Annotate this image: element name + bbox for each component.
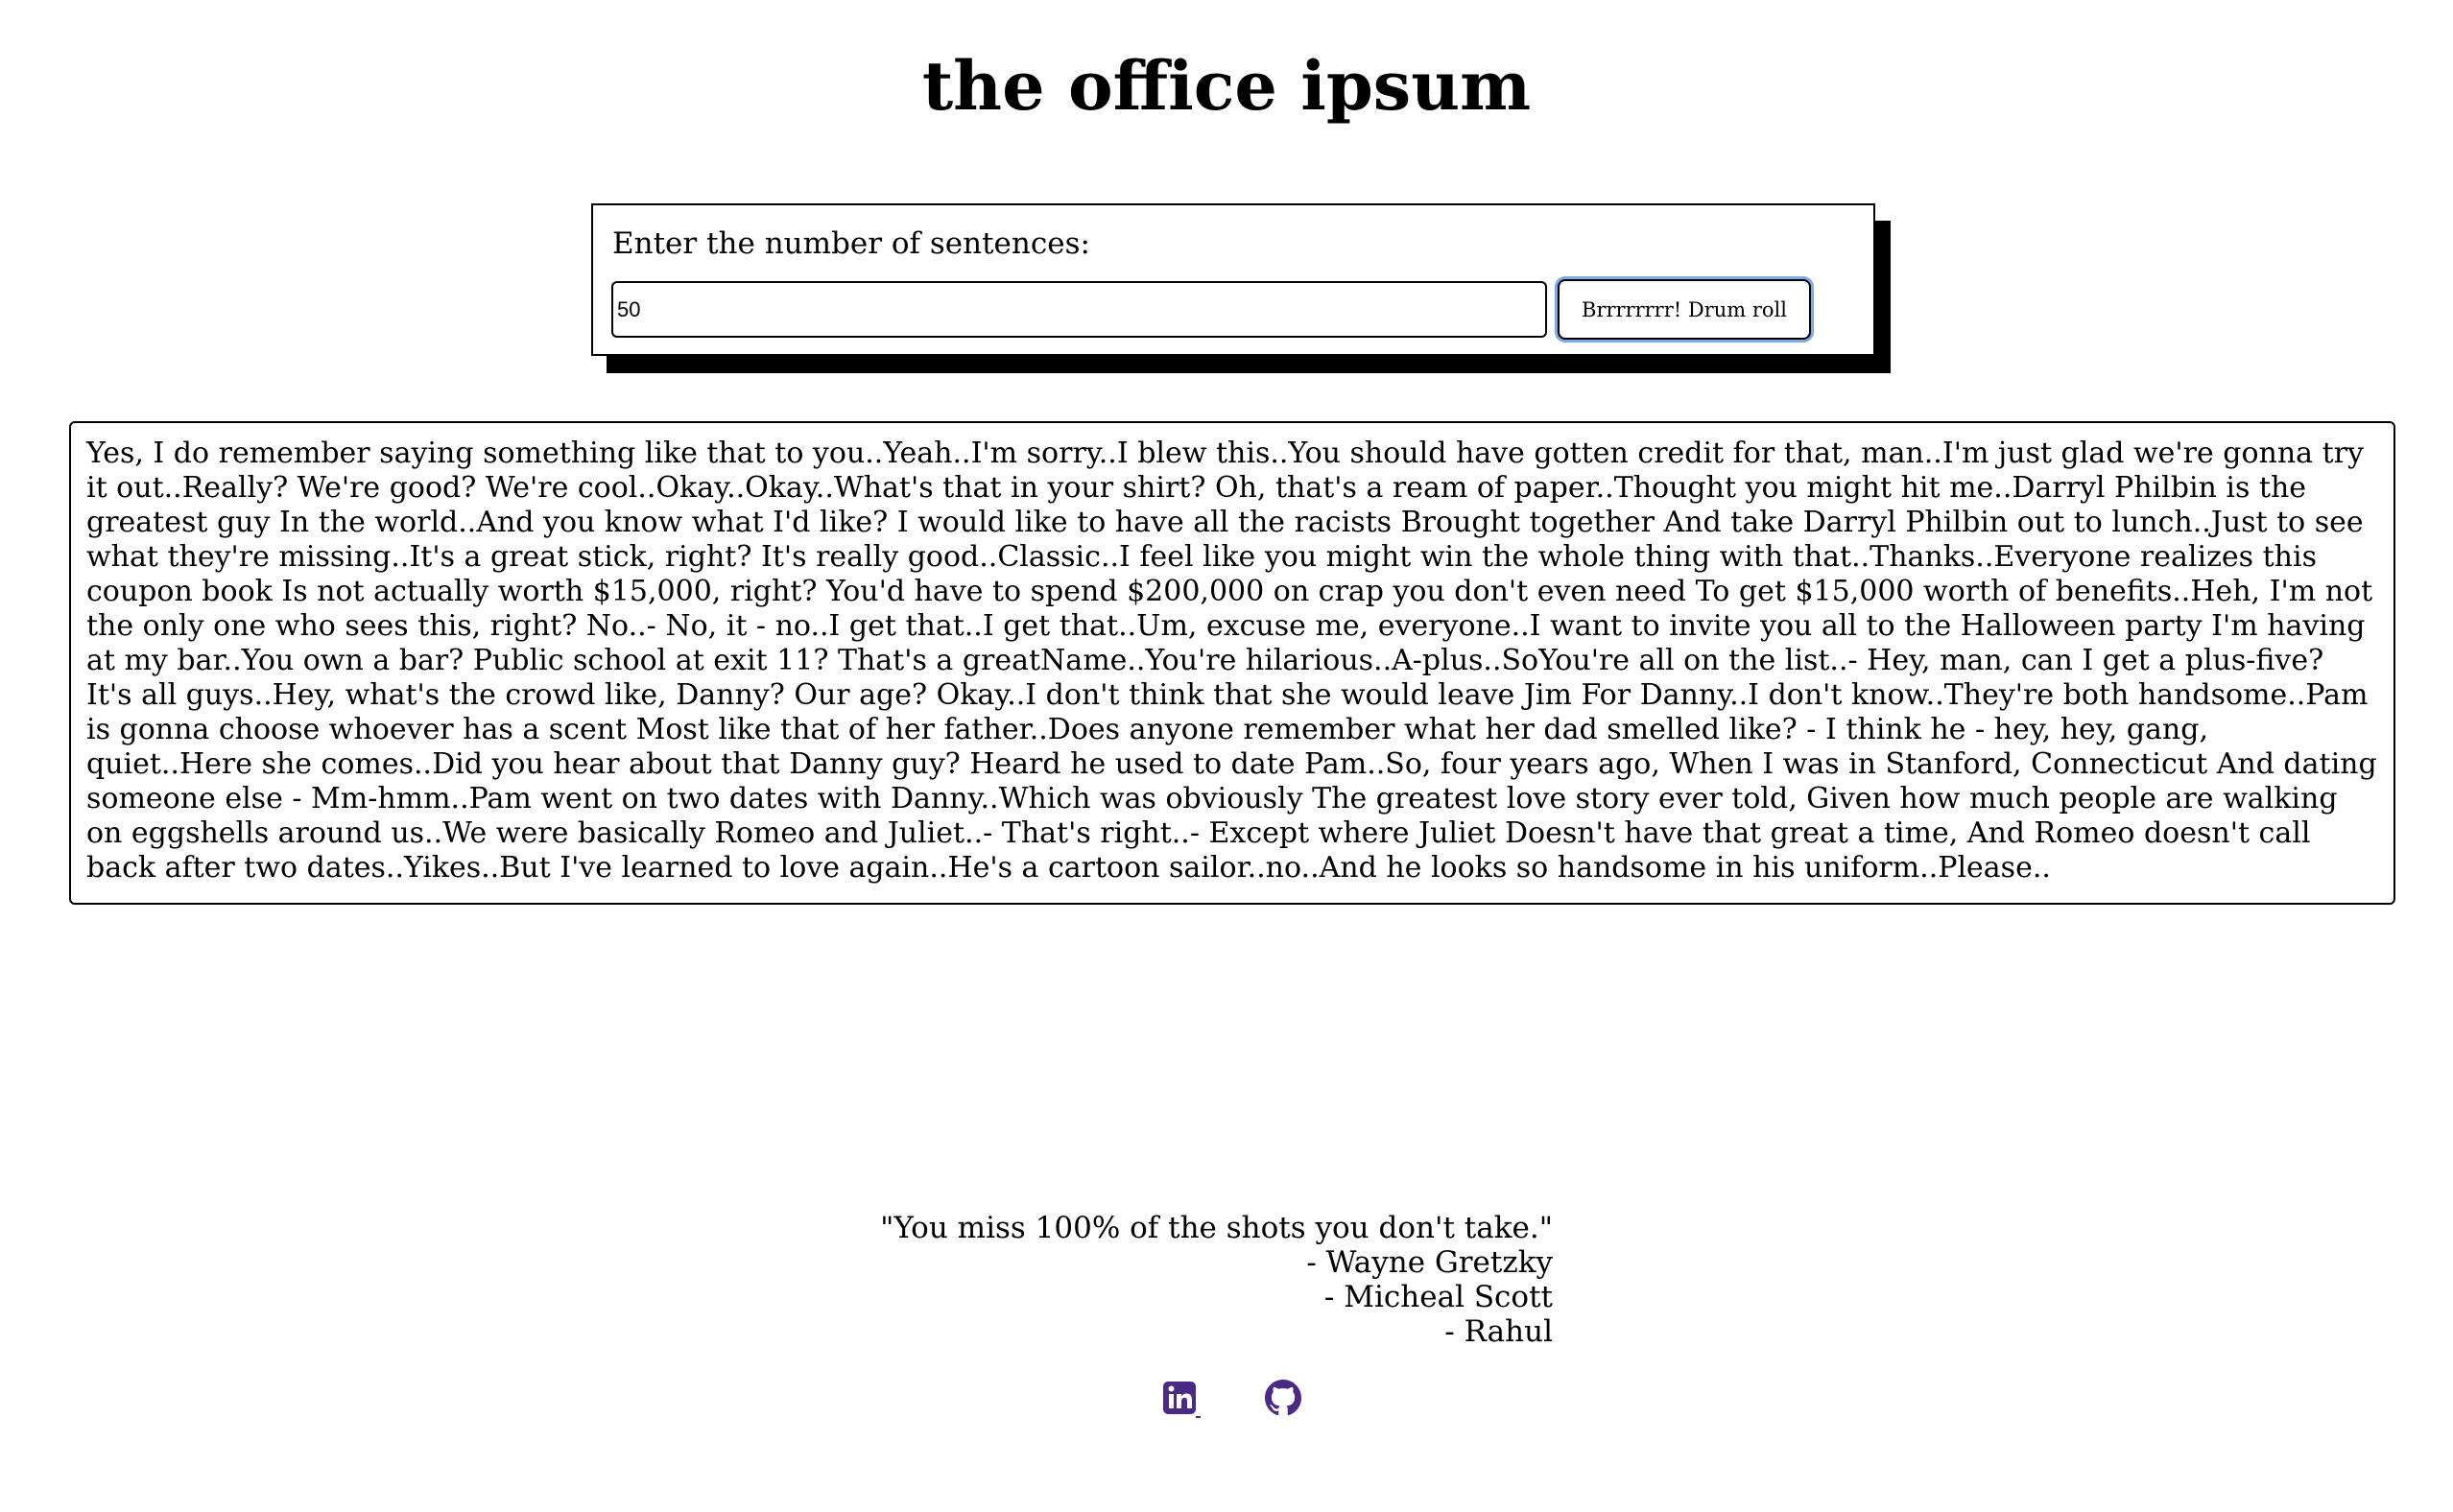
quote-text: "You miss 100% of the shots you don't ta… xyxy=(880,1211,1553,1245)
linkedin-link[interactable] xyxy=(1161,1380,1202,1418)
github-icon xyxy=(1265,1380,1301,1416)
sentence-count-form: Enter the number of sentences: Brrrrrrrr… xyxy=(591,203,1875,356)
quote-attribution-3: - Rahul xyxy=(1444,1314,1553,1349)
generate-button[interactable]: Brrrrrrrr! Drum roll xyxy=(1558,279,1811,340)
page: the office ipsum Enter the number of sen… xyxy=(0,0,2453,1512)
sentence-count-input[interactable] xyxy=(611,281,1547,338)
page-title: the office ipsum xyxy=(921,46,1532,126)
quote-attribution-1: - Wayne Gretzky xyxy=(1306,1245,1553,1280)
linkedin-icon xyxy=(1163,1382,1201,1418)
social-links xyxy=(1161,1380,1301,1418)
ipsum-output-text: Yes, I do remember saying something like… xyxy=(86,437,2377,885)
sentence-count-label: Enter the number of sentences: xyxy=(612,226,1090,261)
github-link[interactable] xyxy=(1265,1380,1301,1418)
footer-quote: "You miss 100% of the shots you don't ta… xyxy=(768,1211,1553,1349)
ipsum-output-box: Yes, I do remember saying something like… xyxy=(69,421,2395,905)
quote-attribution-2: - Micheal Scott xyxy=(1323,1280,1553,1314)
